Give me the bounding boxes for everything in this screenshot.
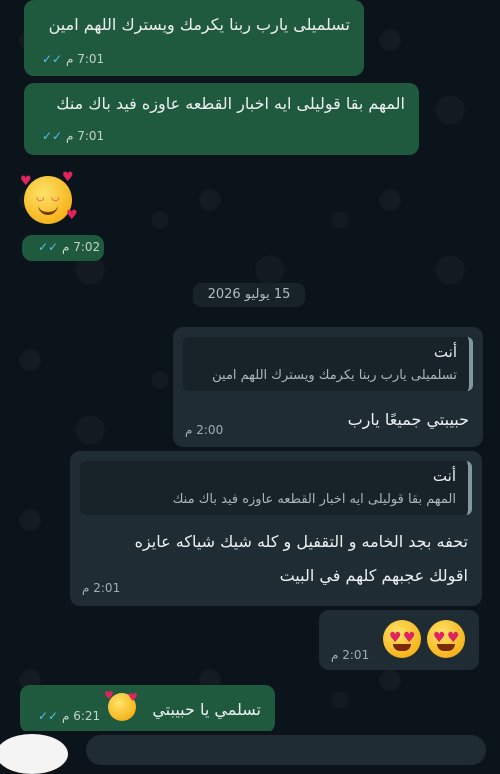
emoji-message[interactable]: ◡ ◡ ♥ ♥ ♥ <box>20 170 80 230</box>
message-text-line: تحفه بجد الخامه و التقفيل و كله شيك شياك… <box>134 532 468 551</box>
message-time: 7:01 م <box>65 129 105 143</box>
message-time: 2:01 م <box>331 648 370 662</box>
quoted-message[interactable]: أنت تسلميلى يارب ربنا يكرمك ويسترك اللهم… <box>183 337 473 391</box>
message-time: 6:21 م <box>61 709 101 723</box>
date-separator: 15 يوليو 2026 <box>193 283 305 307</box>
message-time: 2:01 م <box>82 581 121 595</box>
message-text-line: اقولك عجبهم كلهم في البيت <box>279 566 468 585</box>
message-bubble-outgoing[interactable]: تسلمي يا حبيبتي ♥ ♥ 6:21 م ✓✓ <box>20 685 275 733</box>
message-time: 7:02 م <box>61 240 101 254</box>
message-time: 2:00 م <box>185 423 224 437</box>
message-bubble-incoming[interactable]: أنت المهم بقا قوليلى ايه اخبار القطعه عا… <box>70 451 482 606</box>
message-bubble-incoming[interactable]: أنت تسلميلى يارب ربنا يكرمك ويسترك اللهم… <box>173 327 483 447</box>
message-text-content: تسلمي يا حبيبتي <box>152 700 261 719</box>
message-bubble-incoming[interactable]: ♥ ♥ ♥ ♥ 2:01 م <box>319 610 479 670</box>
double-check-icon: ✓✓ <box>38 709 62 723</box>
message-text: حبيبتي جميعًا يارب <box>347 410 469 429</box>
heart-eyes-icon: ♥ ♥ <box>427 620 465 658</box>
message-time: 7:01 م <box>65 52 105 66</box>
message-input[interactable] <box>86 735 486 765</box>
quote-text: المهم بقا قوليلى ايه اخبار القطعه عاوزه … <box>172 492 456 507</box>
message-meta-chip: 7:02 م ✓✓ <box>22 235 104 261</box>
message-meta: 7:01 م ✓✓ <box>36 52 104 66</box>
message-text: تسلمي يا حبيبتي <box>152 699 261 721</box>
message-text: المهم بقا قوليلى ايه اخبار القطعه عاوزه … <box>56 94 405 113</box>
quote-text: تسلميلى يارب ربنا يكرمك ويسترك اللهم امي… <box>212 368 457 383</box>
heart-eyes-icon: ♥ ♥ <box>383 620 421 658</box>
heart-icon: ♥ <box>66 208 78 223</box>
heart-icon: ♥ <box>20 174 32 189</box>
message-text: تسلميلى يارب ربنا يكرمك ويسترك اللهم امي… <box>48 15 350 34</box>
double-check-icon: ✓✓ <box>42 52 66 66</box>
quoted-message[interactable]: أنت المهم بقا قوليلى ايه اخبار القطعه عا… <box>80 461 472 515</box>
heart-icon: ♥ <box>62 170 74 185</box>
double-check-icon: ✓✓ <box>42 129 66 143</box>
message-bubble-outgoing[interactable]: تسلميلى يارب ربنا يكرمك ويسترك اللهم امي… <box>24 0 364 76</box>
double-check-icon: ✓✓ <box>38 240 62 254</box>
message-meta: 7:01 م ✓✓ <box>36 129 104 143</box>
quote-author: أنت <box>432 467 456 485</box>
scroll-down-button[interactable] <box>0 734 68 774</box>
message-bubble-outgoing[interactable]: المهم بقا قوليلى ايه اخبار القطعه عاوزه … <box>24 83 419 155</box>
smiling-face-with-hearts-icon: ♥ ♥ <box>104 689 138 721</box>
quote-author: أنت <box>433 343 457 361</box>
